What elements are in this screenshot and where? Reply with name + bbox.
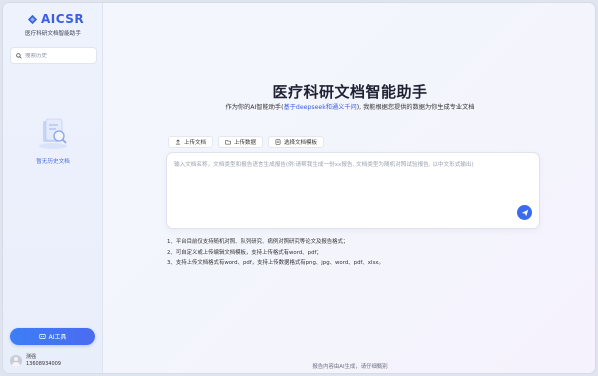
- logo-text: AICSR: [41, 12, 85, 26]
- select-template-label: 选择文档模板: [284, 140, 318, 146]
- user-name: 测强: [26, 354, 37, 360]
- sidebar: AICSR 医疗科研文档智能助手 暂无历史文档 AI工具: [3, 3, 103, 373]
- ai-disclaimer: 报告内容由AI生成，请仔细甄别: [312, 364, 388, 370]
- note-line: 3、支持上传文档格式有word、pdf，支持上传数据格式有png、jpg、wor…: [167, 260, 384, 266]
- upload-icon: [175, 139, 181, 145]
- ai-tools-icon: [38, 334, 46, 339]
- tagline-prefix: 作为你的AI智能助手(: [225, 104, 284, 111]
- ai-tools-button[interactable]: AI工具: [10, 328, 95, 345]
- logo-icon: [27, 14, 38, 24]
- send-icon: [521, 209, 528, 216]
- logo: AICSR: [27, 12, 84, 26]
- user-profile[interactable]: 测强 13608934009: [10, 354, 61, 368]
- history-search[interactable]: [10, 47, 97, 64]
- folder-icon: [225, 140, 231, 145]
- usage-notes: 1、平台目前仅支持随机对照、队列研究、病例对照研究等论文及报告格式； 2、可自定…: [167, 237, 384, 269]
- template-icon: [275, 139, 281, 145]
- user-phone: 13608934009: [26, 361, 61, 367]
- search-icon: [16, 52, 22, 59]
- note-line: 1、平台目前仅支持随机对照、队列研究、病例对照研究等论文及报告格式；: [167, 239, 349, 245]
- page-title: 医疗科研文档智能助手: [272, 83, 428, 101]
- note-line: 2、可自定义或上传编辑文档模板，支持上传格式有word、pdf；: [167, 249, 322, 256]
- upload-document-button[interactable]: 上传文档: [168, 136, 214, 148]
- page-tagline: 作为你的AI智能助手(基于deepseek和通义千问), 我能根据您提供的数据为…: [103, 102, 595, 111]
- search-input[interactable]: [25, 52, 95, 59]
- upload-data-button[interactable]: 上传数据: [218, 136, 264, 148]
- app-window: AICSR 医疗科研文档智能助手 暂无历史文档 AI工具: [2, 2, 596, 374]
- action-tabs: 上传文档 上传数据 选择文档模板: [168, 136, 325, 148]
- send-button[interactable]: [517, 205, 532, 220]
- app-subtitle: 医疗科研文档智能助手: [25, 31, 81, 37]
- prompt-input[interactable]: [174, 160, 534, 200]
- empty-history-icon: [39, 118, 67, 149]
- avatar: [10, 355, 22, 367]
- upload-data-label: 上传数据: [234, 140, 257, 146]
- tagline-highlight: 基于deepseek和通义千问: [283, 104, 357, 111]
- empty-history-text: 暂无历史文档: [36, 159, 70, 165]
- ai-tools-label: AI工具: [48, 334, 67, 341]
- tagline-suffix: ), 我能根据您提供的数据为你生成专业文档: [356, 104, 475, 111]
- select-template-button[interactable]: 选择文档模板: [268, 136, 325, 148]
- prompt-box: [166, 152, 540, 229]
- upload-document-label: 上传文档: [184, 140, 207, 146]
